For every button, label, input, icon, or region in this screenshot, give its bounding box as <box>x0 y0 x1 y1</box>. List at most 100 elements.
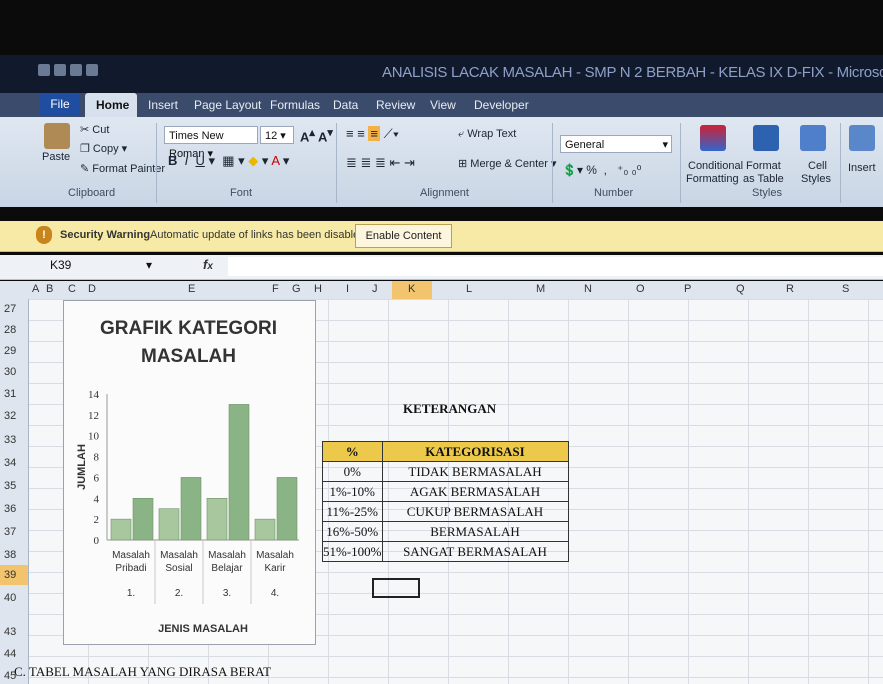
redo-icon[interactable] <box>86 64 98 76</box>
paste-icon[interactable] <box>44 123 70 149</box>
cell-styles-label[interactable]: Cell <box>808 160 827 172</box>
tab-file[interactable]: File <box>40 93 80 115</box>
cell-category[interactable]: SANGAT BERMASALAH <box>381 541 569 562</box>
format-as-table-icon[interactable] <box>753 125 779 151</box>
fill-color-icon[interactable]: ◆ <box>248 153 258 168</box>
tab-developer[interactable]: Developer <box>474 98 529 112</box>
row-27[interactable]: 27 <box>4 303 16 315</box>
col-i[interactable]: I <box>346 283 349 295</box>
active-cell-k39[interactable] <box>372 578 420 598</box>
font-name-select[interactable]: Times New Roman ▾ <box>164 126 258 160</box>
align-top-icons[interactable]: ≡ ≡ ≡ ⟋▾ <box>346 126 399 142</box>
conditional-formatting-label[interactable]: Conditional <box>688 160 743 172</box>
copy-button[interactable]: ❐ Copy ▾ <box>80 142 127 155</box>
cell-percent[interactable]: 1%-10% <box>322 481 383 502</box>
row-40[interactable]: 40 <box>4 592 16 604</box>
grow-font-button[interactable]: A▴ A▾ <box>300 126 333 144</box>
number-format-icons[interactable]: 💲▾ % , ⁺₀ ₀⁰ <box>562 163 641 177</box>
tab-formulas[interactable]: Formulas <box>270 98 320 112</box>
row-43[interactable]: 43 <box>4 626 16 638</box>
section-heading-c: C. TABEL MASALAH YANG DIRASA BERAT <box>14 664 272 679</box>
undo-icon[interactable] <box>70 64 82 76</box>
row-28[interactable]: 28 <box>4 324 16 336</box>
insert-function-icon[interactable]: fx <box>203 257 213 272</box>
row-38[interactable]: 38 <box>4 549 16 561</box>
col-j[interactable]: J <box>372 283 378 295</box>
tab-page-layout[interactable]: Page Layout <box>194 98 261 112</box>
cell-percent[interactable]: 51%-100% <box>322 541 383 562</box>
name-box[interactable]: K39 ▾ <box>50 258 170 276</box>
tab-data[interactable]: Data <box>333 98 358 112</box>
save-icon[interactable] <box>54 64 66 76</box>
col-d[interactable]: D <box>88 283 96 295</box>
col-n[interactable]: N <box>584 283 592 295</box>
col-k[interactable]: K <box>408 283 415 295</box>
cell-percent[interactable]: 16%-50% <box>322 521 383 542</box>
border-icon[interactable]: ▦ <box>222 153 234 168</box>
col-e[interactable]: E <box>188 283 195 295</box>
row-30[interactable]: 30 <box>4 366 16 378</box>
row-34[interactable]: 34 <box>4 457 16 469</box>
row-35[interactable]: 35 <box>4 480 16 492</box>
row-33[interactable]: 33 <box>4 434 16 446</box>
row-32[interactable]: 32 <box>4 410 16 422</box>
currency-icon[interactable]: 💲 <box>562 163 577 177</box>
row-36[interactable]: 36 <box>4 503 16 515</box>
underline-icon[interactable]: U <box>195 153 204 168</box>
conditional-formatting-label2[interactable]: Formatting <box>686 173 739 185</box>
col-m[interactable]: M <box>536 283 545 295</box>
cell-styles-icon[interactable] <box>800 125 826 151</box>
format-as-table-label2[interactable]: as Table <box>743 173 784 185</box>
merge-center-button[interactable]: ⊞ Merge & Center ▾ <box>458 157 557 170</box>
wrap-text-button[interactable]: ⤶ Wrap Text <box>458 128 516 141</box>
scissors-icon: ✂ <box>80 124 93 136</box>
row-44[interactable]: 44 <box>4 648 16 660</box>
paste-button[interactable]: Paste <box>42 151 70 163</box>
col-f[interactable]: F <box>272 283 279 295</box>
cell-category[interactable]: TIDAK BERMASALAH <box>381 461 569 482</box>
cell-category[interactable]: AGAK BERMASALAH <box>381 481 569 502</box>
insert-cells-icon[interactable] <box>849 125 875 151</box>
col-a[interactable]: A <box>32 283 39 295</box>
tab-view[interactable]: View <box>430 98 456 112</box>
col-l[interactable]: L <box>466 283 472 295</box>
quick-access-toolbar[interactable] <box>38 64 98 76</box>
cell-percent[interactable]: 11%-25% <box>322 501 383 522</box>
row-29[interactable]: 29 <box>4 345 16 357</box>
bold-icon[interactable]: B <box>168 153 177 168</box>
cell-category[interactable]: CUKUP BERMASALAH <box>381 501 569 522</box>
row-37[interactable]: 37 <box>4 526 16 538</box>
col-s[interactable]: S <box>842 283 849 295</box>
col-h[interactable]: H <box>314 283 322 295</box>
col-q[interactable]: Q <box>736 283 745 295</box>
cut-button[interactable]: ✂ Cut <box>80 123 109 136</box>
col-b[interactable]: B <box>46 283 53 295</box>
format-as-table-label[interactable]: Format <box>746 160 781 172</box>
cell-styles-label2[interactable]: Styles <box>801 173 831 185</box>
format-painter-button[interactable]: ✎ Format Painter <box>80 162 165 175</box>
col-c[interactable]: C <box>68 283 76 295</box>
font-color-icon[interactable]: A <box>271 153 279 168</box>
bar-chart[interactable]: 0 2 4 6 8 10 12 14 JUMLAH Masalah Pribadi 1. Masalah… <box>63 340 314 640</box>
row-31[interactable]: 31 <box>4 388 16 400</box>
conditional-formatting-icon[interactable] <box>700 125 726 151</box>
col-p[interactable]: P <box>684 283 691 295</box>
bold-italic-underline[interactable]: B I U ▾ ▦ ▾ ◆ ▾ A ▾ <box>168 153 289 169</box>
divider <box>552 123 553 203</box>
col-g[interactable]: G <box>292 283 301 295</box>
insert-cells-label[interactable]: Insert <box>848 162 876 174</box>
tab-review[interactable]: Review <box>376 98 415 112</box>
formula-input[interactable] <box>228 257 883 276</box>
align-left-icons[interactable]: ≣ ≣ ≣ ⇤ ⇥ <box>346 155 415 171</box>
font-size-select[interactable]: 12 ▾ <box>260 126 294 144</box>
number-format-select[interactable]: General ▾ <box>560 135 672 153</box>
col-o[interactable]: O <box>636 283 645 295</box>
enable-content-button[interactable]: Enable Content <box>355 224 452 248</box>
italic-icon[interactable]: I <box>185 153 189 168</box>
tab-insert[interactable]: Insert <box>148 98 178 112</box>
tab-home[interactable]: Home <box>96 98 129 112</box>
cell-percent[interactable]: 0% <box>322 461 383 482</box>
col-r[interactable]: R <box>786 283 794 295</box>
row-39[interactable]: 39 <box>4 569 16 581</box>
cell-category[interactable]: BERMASALAH <box>381 521 569 542</box>
